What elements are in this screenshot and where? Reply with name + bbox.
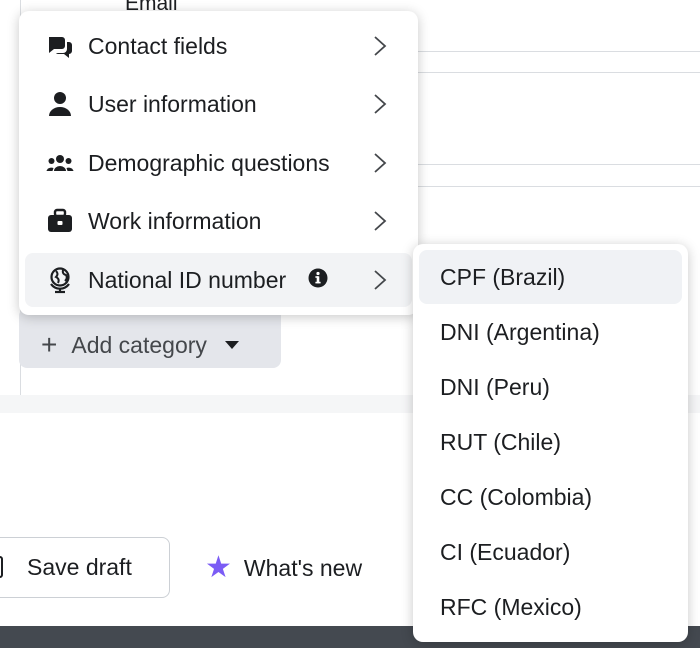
submenu-item[interactable]: CPF (Brazil): [419, 250, 682, 304]
chevron-right-icon: [374, 211, 387, 231]
chevron-right-icon: [374, 36, 387, 56]
star-icon: ★: [205, 551, 232, 584]
whats-new-link[interactable]: ★ What's new: [205, 553, 362, 583]
submenu-item[interactable]: DNI (Peru): [419, 360, 682, 414]
caret-down-icon: [224, 341, 239, 349]
draft-icon: [0, 556, 3, 578]
menu-item-label: Demographic questions: [88, 149, 330, 176]
national-id-submenu: CPF (Brazil) DNI (Argentina) DNI (Peru) …: [413, 244, 688, 642]
divider: [410, 164, 700, 165]
menu-item-label: Contact fields: [88, 32, 228, 59]
chevron-right-icon: [374, 270, 387, 290]
chat-bubbles-icon: [49, 37, 72, 58]
menu-item-demographic-questions[interactable]: Demographic questions: [25, 136, 412, 190]
submenu-item[interactable]: CI (Ecuador): [419, 525, 682, 579]
submenu-item[interactable]: RFC (Mexico): [419, 580, 682, 634]
submenu-item-label: DNI (Argentina): [440, 318, 600, 345]
group-icon: [46, 155, 74, 171]
save-draft-button[interactable]: Save draft: [0, 537, 170, 598]
divider: [410, 51, 700, 52]
menu-item-work-information[interactable]: Work information: [25, 194, 412, 248]
menu-item-label: User information: [88, 90, 257, 117]
add-category-button[interactable]: + Add category: [19, 308, 281, 368]
submenu-item-label: CI (Ecuador): [440, 538, 571, 565]
briefcase-icon: [48, 208, 72, 232]
menu-item-label: National ID number: [88, 266, 287, 293]
person-icon: [49, 92, 71, 116]
submenu-item[interactable]: CC (Colombia): [419, 470, 682, 524]
submenu-item[interactable]: DNI (Argentina): [419, 305, 682, 359]
submenu-item-label: RFC (Mexico): [440, 593, 582, 620]
plus-icon: +: [41, 329, 58, 360]
menu-item-user-information[interactable]: User information: [25, 77, 412, 131]
divider: [410, 72, 700, 73]
submenu-item-label: DNI (Peru): [440, 373, 550, 400]
globe-icon: [50, 267, 70, 294]
divider: [410, 186, 700, 187]
submenu-item-label: CPF (Brazil): [440, 263, 566, 290]
info-icon[interactable]: [308, 268, 328, 288]
menu-item-contact-fields[interactable]: Contact fields: [25, 19, 412, 73]
submenu-item-label: CC (Colombia): [440, 483, 593, 510]
chevron-right-icon: [374, 153, 387, 173]
category-menu: Contact fields User information Demograp…: [19, 11, 418, 315]
save-draft-label: Save draft: [27, 554, 132, 580]
menu-item-label: Work information: [88, 207, 262, 234]
submenu-item-label: RUT (Chile): [440, 428, 561, 455]
submenu-item[interactable]: RUT (Chile): [419, 415, 682, 469]
menu-item-national-id-number[interactable]: National ID number: [25, 253, 412, 307]
chevron-right-icon: [374, 94, 387, 114]
add-category-label: Add category: [71, 331, 207, 358]
whats-new-label: What's new: [243, 554, 363, 581]
